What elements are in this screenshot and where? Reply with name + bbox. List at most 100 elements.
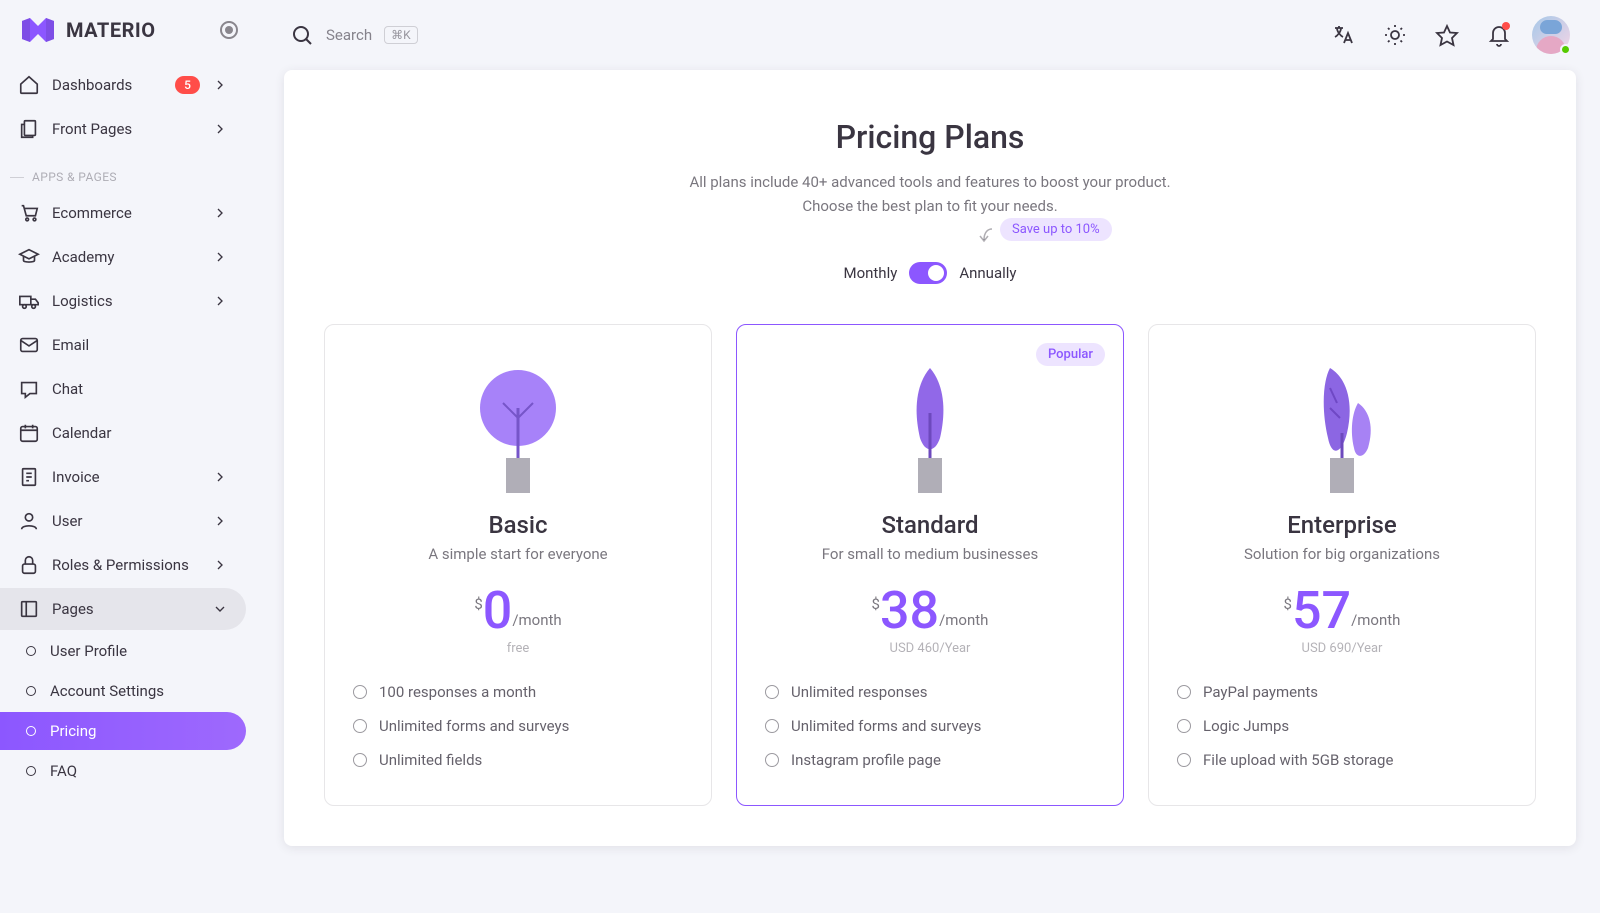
plan-yearly: free [353,641,683,657]
sub-label: Account Settings [50,682,164,700]
nav-item-invoice[interactable]: Invoice [0,456,246,498]
price-value: 38 [880,585,939,637]
nav-item-dashboards[interactable]: Dashboards 5 [0,64,246,106]
plan-illustration [765,353,1095,493]
nav-item-pages[interactable]: Pages [0,588,246,630]
plan-price: $ 38 /month [765,585,1095,637]
chevron-right-icon [212,557,228,573]
nav-label: Pages [52,600,200,618]
nav-label: Ecommerce [52,204,200,222]
plan-yearly: USD 690/Year [1177,641,1507,657]
bullet-icon [353,753,367,767]
nav-item-email[interactable]: Email [0,324,246,366]
bullet-icon [26,646,36,656]
search-button[interactable]: Search ⌘K [290,23,418,47]
graduation-icon [18,246,40,268]
nav-item-ecommerce[interactable]: Ecommerce [0,192,246,234]
search-placeholder: Search [326,26,372,44]
nav-item-logistics[interactable]: Logistics [0,280,246,322]
bullet-icon [1177,753,1191,767]
chat-icon [18,378,40,400]
bullet-icon [26,686,36,696]
pages-icon [18,598,40,620]
toggle-monthly[interactable]: Monthly [843,264,897,282]
sub-label: Pricing [50,722,96,740]
calendar-icon [18,422,40,444]
sub-item-pricing[interactable]: Pricing [0,712,246,750]
chevron-right-icon [212,205,228,221]
bullet-icon [26,766,36,776]
nav-label: Front Pages [52,120,200,138]
star-button[interactable] [1428,16,1466,54]
nav-item-front-pages[interactable]: Front Pages [0,108,246,150]
currency: $ [474,595,482,613]
plan-illustration [1177,353,1507,493]
home-icon [18,74,40,96]
page-subtitle-2: Choose the best plan to fit your needs. [324,194,1536,218]
invoice-icon [18,466,40,488]
plan-illustration [353,353,683,493]
truck-icon [18,290,40,312]
translate-icon [1331,23,1355,47]
bullet-icon [765,753,779,767]
nav-label: Logistics [52,292,200,310]
topbar: Search ⌘K [284,0,1576,70]
nav-label: Calendar [52,424,228,442]
plan-name: Enterprise [1177,511,1507,539]
price-value: 57 [1292,585,1351,637]
logo-row: MATERIO [0,16,260,64]
save-chip: Save up to 10% [1000,218,1112,241]
page-title: Pricing Plans [324,118,1536,156]
plan-tagline: A simple start for everyone [353,545,683,563]
sidebar: MATERIO Dashboards 5 Front Pages APPS & … [0,0,260,913]
nav-label: Roles & Permissions [52,556,200,574]
avatar-button[interactable] [1532,16,1570,54]
plan-enterprise: Enterprise Solution for big organization… [1148,324,1536,806]
nav-label: Dashboards [52,76,163,94]
nav-item-academy[interactable]: Academy [0,236,246,278]
toggle-annually[interactable]: Annually [959,264,1016,282]
translate-button[interactable] [1324,16,1362,54]
chevron-down-icon [212,601,228,617]
section-header: APPS & PAGES [0,152,260,192]
sidebar-pin-icon[interactable] [220,21,238,39]
sub-item-user-profile[interactable]: User Profile [0,632,246,670]
nav-item-user[interactable]: User [0,500,246,542]
main: Search ⌘K [260,0,1600,913]
plan-price: $ 57 /month [1177,585,1507,637]
nav-label: Invoice [52,468,200,486]
plan-feature: File upload with 5GB storage [1177,751,1507,769]
chevron-right-icon [212,77,228,93]
plan-standard: Popular Standard For small to medium bus… [736,324,1124,806]
shortcut-badge: ⌘K [384,26,418,44]
nav-item-calendar[interactable]: Calendar [0,412,246,454]
files-icon [18,118,40,140]
bullet-icon [26,726,36,736]
nav-item-roles[interactable]: Roles & Permissions [0,544,246,586]
price-value: 0 [483,585,513,637]
status-dot [1560,44,1571,55]
plan-price: $ 0 /month [353,585,683,637]
chevron-right-icon [212,469,228,485]
nav-item-chat[interactable]: Chat [0,368,246,410]
plan-tagline: Solution for big organizations [1177,545,1507,563]
sub-item-faq[interactable]: FAQ [0,752,246,790]
currency: $ [872,595,880,613]
sub-item-account-settings[interactable]: Account Settings [0,672,246,710]
per-label: /month [939,611,988,629]
search-icon [290,23,314,47]
currency: $ [1284,595,1292,613]
sub-label: FAQ [50,762,77,780]
arrow-icon [978,226,996,250]
per-label: /month [1351,611,1400,629]
billing-switch[interactable] [909,262,947,284]
user-icon [18,510,40,532]
notifications-button[interactable] [1480,16,1518,54]
theme-button[interactable] [1376,16,1414,54]
logo-icon [22,16,54,44]
cart-icon [18,202,40,224]
brand-name: MATERIO [66,18,156,42]
page-subtitle-1: All plans include 40+ advanced tools and… [324,170,1536,194]
plan-feature: Logic Jumps [1177,717,1507,735]
sub-label: User Profile [50,642,127,660]
